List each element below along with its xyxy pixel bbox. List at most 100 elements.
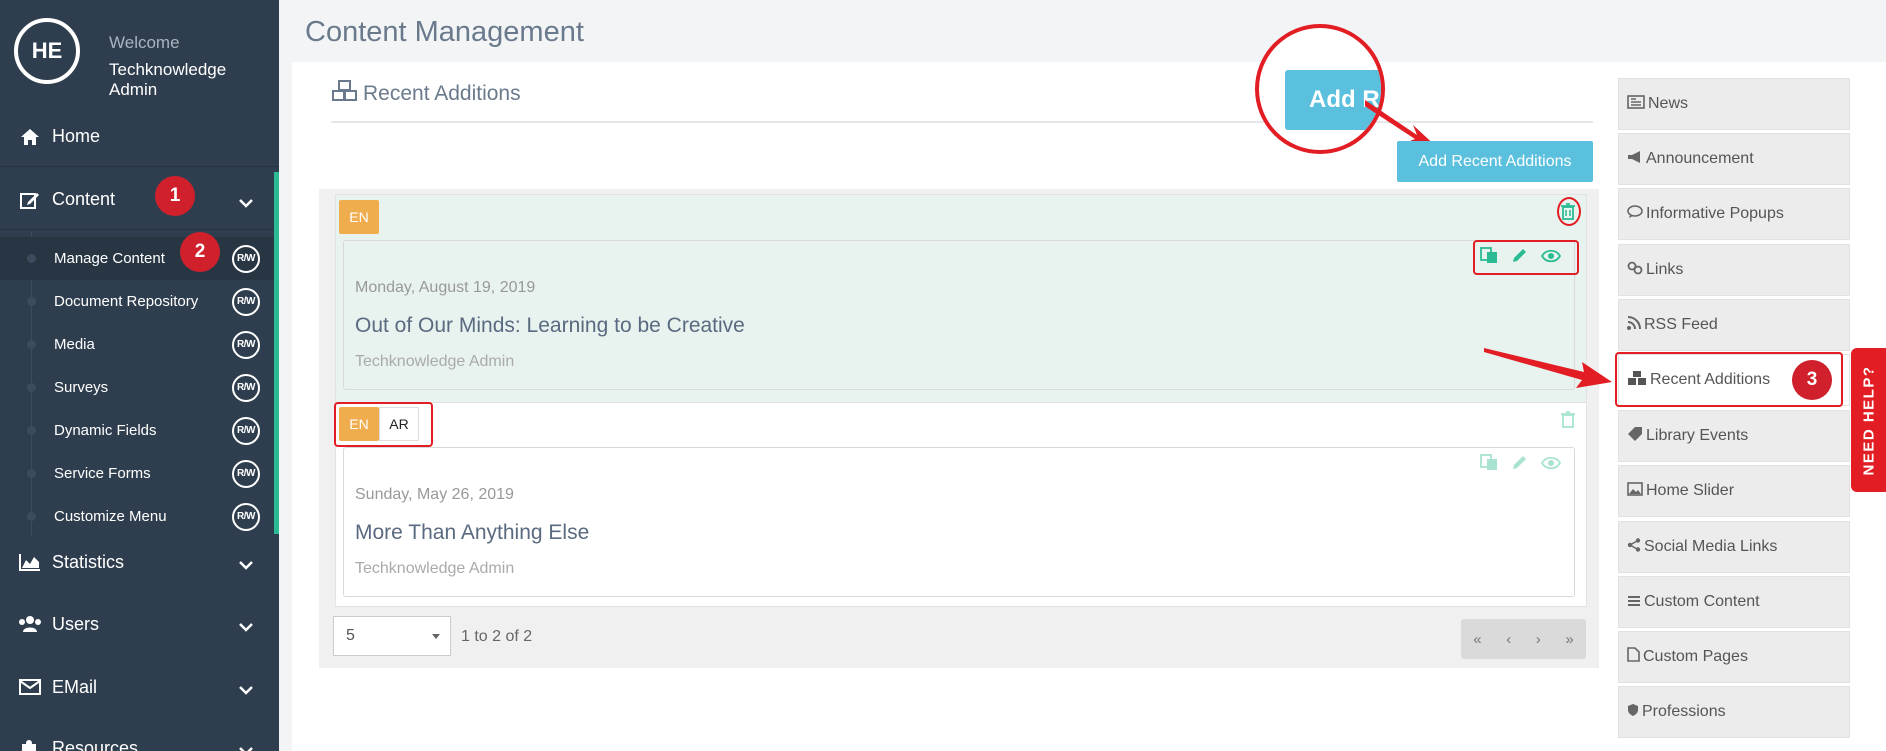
translate-icon[interactable]: [1480, 454, 1498, 476]
tag-icon: [1627, 426, 1643, 446]
prev-page-button[interactable]: ‹: [1506, 631, 1511, 648]
lang-tab-en[interactable]: EN: [339, 200, 379, 234]
chevron-down-icon: [239, 679, 253, 700]
need-help-tab[interactable]: NEED HELP?: [1851, 348, 1886, 492]
menu-label: Library Events: [1646, 427, 1749, 444]
rw-badge: R/W: [232, 459, 260, 488]
submenu-manage-content[interactable]: Manage Content R/W: [0, 237, 274, 280]
menu-label: Professions: [1642, 703, 1726, 720]
menu-news[interactable]: News: [1618, 78, 1850, 130]
cubes-icon: [331, 80, 359, 108]
submenu-media[interactable]: Media R/W: [0, 323, 274, 366]
annotation-highlight: [1473, 240, 1579, 275]
menu-professions[interactable]: Professions: [1618, 686, 1850, 738]
last-page-button[interactable]: »: [1565, 631, 1573, 648]
menu-social-media-links[interactable]: Social Media Links: [1618, 521, 1850, 573]
item-title[interactable]: More Than Anything Else: [355, 521, 589, 545]
item-actions: [1480, 454, 1562, 476]
annotation-highlight: [334, 402, 433, 447]
nav-resources-label: Resources: [52, 737, 139, 751]
nav-content[interactable]: Content: [0, 170, 279, 230]
menu-informative-popups[interactable]: Informative Popups: [1618, 188, 1850, 240]
nav-resources[interactable]: Resources: [0, 718, 279, 751]
nav-email[interactable]: EMail: [0, 657, 279, 717]
nav-home-label: Home: [52, 126, 101, 146]
bullet: [27, 469, 36, 478]
nav-users[interactable]: Users: [0, 594, 279, 654]
bullhorn-icon: [1627, 150, 1643, 169]
step-3-badge: 3: [1792, 360, 1832, 400]
add-recent-additions-button[interactable]: Add Recent Additions: [1397, 141, 1593, 182]
callout-arrow: [1484, 348, 1612, 388]
submenu-surveys[interactable]: Surveys R/W: [0, 366, 274, 409]
item-date: Monday, August 19, 2019: [355, 279, 536, 296]
pager-info: 1 to 2 of 2: [461, 628, 533, 645]
bullet: [27, 340, 36, 349]
menu-custom-content[interactable]: Custom Content: [1618, 576, 1850, 628]
item-title[interactable]: Out of Our Minds: Learning to be Creativ…: [355, 314, 745, 338]
rw-badge: R/W: [232, 330, 260, 359]
menu-label: RSS Feed: [1644, 316, 1718, 333]
active-section-bar: [274, 172, 279, 534]
trash-icon[interactable]: [1561, 411, 1575, 433]
submenu-label: Manage Content: [54, 250, 165, 267]
section-title: Recent Additions: [363, 82, 521, 105]
menu-rss-feed[interactable]: RSS Feed: [1618, 299, 1850, 351]
nav-statistics[interactable]: Statistics: [0, 532, 279, 592]
chevron-down-icon: [239, 192, 253, 213]
bullet: [27, 383, 36, 392]
item-author: Techknowledge Admin: [355, 353, 515, 370]
menu-label: Home Slider: [1646, 482, 1735, 499]
rss-icon: [1627, 315, 1641, 335]
annotation-highlight: [1557, 197, 1581, 226]
submenu-dynamic-fields[interactable]: Dynamic Fields R/W: [0, 409, 274, 452]
page-size-select[interactable]: 5: [333, 616, 451, 656]
edit-icon: [16, 191, 44, 209]
avatar[interactable]: HE: [14, 18, 80, 84]
caret-down-icon: [432, 634, 440, 639]
first-page-button[interactable]: «: [1473, 631, 1481, 648]
user-name: Techknowledge Admin: [109, 60, 227, 99]
envelope-icon: [16, 679, 44, 695]
menu-label: Custom Pages: [1643, 648, 1748, 665]
rw-badge: R/W: [232, 287, 260, 316]
menu-links[interactable]: Links: [1618, 244, 1850, 296]
menu-home-slider[interactable]: Home Slider: [1618, 465, 1850, 517]
menu-label: Social Media Links: [1644, 538, 1778, 555]
submenu-label: Document Repository: [54, 293, 199, 310]
page-title: Content Management: [305, 16, 584, 48]
chevron-down-icon: [239, 554, 253, 575]
image-icon: [1627, 481, 1643, 501]
nav-home[interactable]: Home: [0, 107, 279, 167]
page-size-value: 5: [346, 627, 355, 644]
submenu-service-forms[interactable]: Service Forms R/W: [0, 452, 274, 495]
puzzle-icon: [16, 739, 44, 751]
section-header: Recent Additions: [331, 80, 521, 108]
rw-badge: R/W: [232, 502, 260, 531]
submenu-label: Media: [54, 336, 95, 353]
chevron-down-icon: [239, 740, 253, 751]
pagination: « ‹ › »: [1461, 619, 1586, 659]
submenu-document-repository[interactable]: Document Repository R/W: [0, 280, 274, 323]
next-page-button[interactable]: ›: [1536, 631, 1541, 648]
pencil-icon[interactable]: [1511, 454, 1528, 476]
bullet: [27, 254, 36, 263]
submenu-label: Dynamic Fields: [54, 422, 157, 439]
menu-label: Custom Content: [1644, 593, 1760, 610]
eye-icon[interactable]: [1540, 456, 1562, 475]
submenu-label: Customize Menu: [54, 508, 167, 525]
newspaper-icon: [1627, 94, 1645, 114]
content-submenu: Manage Content R/W Document Repository R…: [0, 231, 279, 536]
item-author: Techknowledge Admin: [355, 560, 515, 577]
nav-content-label: Content: [52, 189, 116, 209]
menu-custom-pages[interactable]: Custom Pages: [1618, 631, 1850, 683]
menu-label: Announcement: [1646, 150, 1754, 167]
menu-library-events[interactable]: Library Events: [1618, 410, 1850, 462]
nav-statistics-label: Statistics: [52, 551, 125, 572]
menu-announcement[interactable]: Announcement: [1618, 133, 1850, 185]
bullet: [27, 512, 36, 521]
shield-icon: [1627, 703, 1639, 722]
share-icon: [1627, 537, 1641, 557]
bullet: [27, 297, 36, 306]
need-help-label: NEED HELP?: [1860, 364, 1878, 476]
